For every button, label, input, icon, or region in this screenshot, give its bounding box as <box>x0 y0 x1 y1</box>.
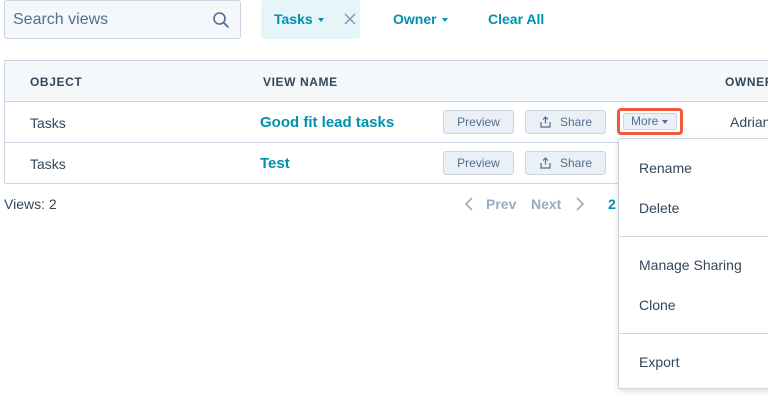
menu-item-delete[interactable]: Delete <box>639 200 679 216</box>
header-owner[interactable]: OWNER <box>725 75 772 89</box>
search-box[interactable] <box>4 0 241 39</box>
search-input[interactable] <box>5 1 205 38</box>
caret-down-icon <box>317 18 324 23</box>
close-icon[interactable] <box>343 12 357 26</box>
prev-page-button[interactable]: Prev <box>486 196 516 212</box>
share-button-label: Share <box>560 156 593 170</box>
cell-owner: Adrian <box>730 114 771 130</box>
filter-tasks-chip[interactable]: Tasks <box>261 0 360 39</box>
header-object[interactable]: OBJECT <box>30 75 82 89</box>
chevron-left-icon[interactable] <box>464 197 474 211</box>
menu-item-clone[interactable]: Clone <box>639 297 676 313</box>
menu-divider <box>619 333 772 334</box>
menu-item-rename[interactable]: Rename <box>639 160 692 176</box>
menu-item-manage-sharing[interactable]: Manage Sharing <box>639 257 742 273</box>
preview-button[interactable]: Preview <box>443 110 514 134</box>
filter-owner-dropdown[interactable]: Owner <box>393 11 448 27</box>
views-count: Views: 2 <box>4 196 57 212</box>
menu-divider <box>619 236 772 237</box>
page-number[interactable]: 2 <box>608 196 616 212</box>
filter-owner-label: Owner <box>393 11 437 27</box>
caret-down-icon <box>662 119 669 124</box>
more-dropdown-menu: Rename Delete Manage Sharing Clone Expor… <box>618 138 772 389</box>
clear-all-button[interactable]: Clear All <box>488 11 544 27</box>
more-button-highlight: More <box>617 108 683 135</box>
preview-button[interactable]: Preview <box>443 151 514 175</box>
share-icon <box>540 157 551 169</box>
caret-down-icon <box>441 18 448 23</box>
view-name-link[interactable]: Test <box>260 155 290 172</box>
share-icon <box>540 116 551 128</box>
share-button[interactable]: Share <box>525 110 606 134</box>
cell-object: Tasks <box>30 156 66 172</box>
filter-tasks-dropdown[interactable]: Tasks <box>274 11 324 27</box>
next-page-button[interactable]: Next <box>531 196 561 212</box>
more-button[interactable]: More <box>623 113 677 130</box>
filter-tasks-label: Tasks <box>274 11 313 27</box>
share-button-label: Share <box>560 115 593 129</box>
more-button-label: More <box>631 114 659 128</box>
table-header: OBJECT VIEW NAME OWNER <box>5 61 772 102</box>
view-name-link[interactable]: Good fit lead tasks <box>260 114 394 131</box>
header-view-name[interactable]: VIEW NAME <box>263 75 338 89</box>
menu-item-export[interactable]: Export <box>639 354 679 370</box>
cell-object: Tasks <box>30 115 66 131</box>
page-edge <box>768 0 772 404</box>
chevron-right-icon[interactable] <box>575 197 585 211</box>
search-icon[interactable] <box>212 11 230 29</box>
share-button[interactable]: Share <box>525 151 606 175</box>
